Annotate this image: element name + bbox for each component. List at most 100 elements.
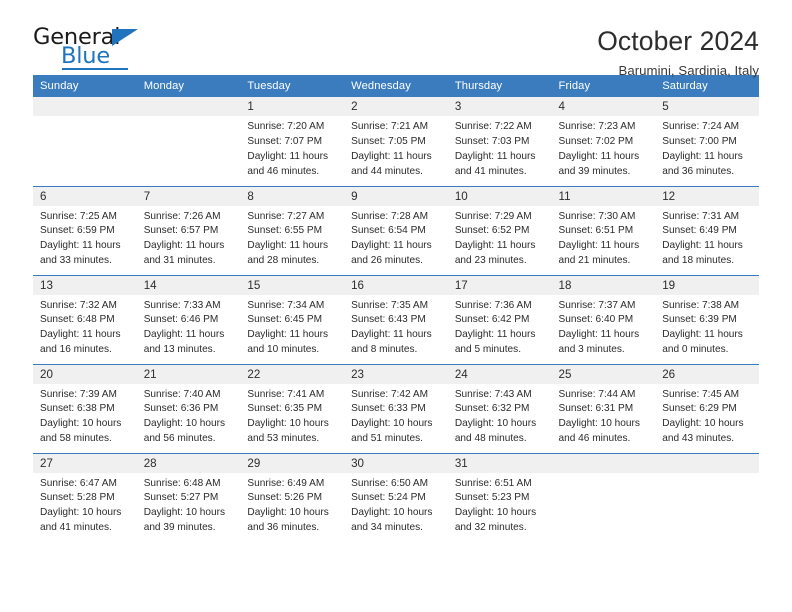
day-details: Sunrise: 7:39 AM Sunset: 6:38 PM Daylight:…	[33, 384, 137, 448]
calendar-day-cell[interactable]: 13 Sunrise: 7:32 AM Sunset: 6:48 PM Dayligh…	[33, 274, 137, 364]
calendar-day-cell[interactable]: 10 Sunrise: 7:29 AM Sunset: 6:52 PM Dayligh…	[447, 185, 552, 275]
calendar-day-cell[interactable]: 19 Sunrise: 7:38 AM Sunset: 6:39 PM Dayligh…	[655, 274, 759, 364]
day-details: Sunrise: 7:28 AM Sunset: 6:54 PM Daylight:…	[344, 206, 448, 270]
calendar-day-cell[interactable]: 4 Sunrise: 7:23 AM Sunset: 7:02 PM Daylight…	[551, 97, 656, 186]
calendar-week-row: 13 Sunrise: 7:32 AM Sunset: 6:48 PM Dayligh…	[33, 274, 759, 364]
day-cell-inner: 7 Sunrise: 7:26 AM Sunset: 6:57 PM Daylight…	[136, 186, 241, 275]
calendar-day-cell[interactable]: 9 Sunrise: 7:28 AM Sunset: 6:54 PM Daylight…	[344, 185, 448, 275]
day-cell-inner	[136, 97, 241, 186]
day-detail-line: Sunrise: 7:32 AM	[40, 299, 117, 311]
day-detail-line: and 32 minutes.	[454, 522, 527, 534]
day-number: 1	[240, 97, 345, 116]
day-detail-line: Sunrise: 7:41 AM	[247, 388, 325, 400]
day-detail-line: and 33 minutes.	[40, 255, 112, 267]
calendar-day-cell[interactable]: 6 Sunrise: 7:25 AM Sunset: 6:59 PM Daylight…	[33, 185, 137, 275]
day-detail-line: and 5 minutes.	[454, 344, 522, 356]
day-detail-line: Sunset: 6:48 PM	[40, 314, 115, 326]
day-number: 6	[33, 186, 137, 206]
day-cell-inner: 13 Sunrise: 7:32 AM Sunset: 6:48 PM Dayligh…	[33, 275, 137, 364]
calendar-day-cell[interactable]: 1 Sunrise: 7:20 AM Sunset: 7:07 PM Daylight…	[240, 97, 345, 186]
day-detail-line: Sunset: 6:51 PM	[558, 225, 634, 237]
day-detail-line: Daylight: 10 hours	[662, 418, 744, 430]
day-cell-inner: 10 Sunrise: 7:29 AM Sunset: 6:52 PM Dayligh…	[447, 186, 552, 275]
day-detail-line: Sunrise: 7:35 AM	[351, 299, 428, 311]
calendar-day-cell[interactable]: 22 Sunrise: 7:41 AM Sunset: 6:35 PM Dayligh…	[240, 363, 345, 453]
day-detail-line: Daylight: 11 hours	[247, 240, 329, 252]
calendar-day-cell[interactable]: 21 Sunrise: 7:40 AM Sunset: 6:36 PM Dayligh…	[136, 363, 241, 453]
day-detail-line: Sunset: 7:05 PM	[351, 135, 426, 147]
day-cell-inner: 25 Sunrise: 7:44 AM Sunset: 6:31 PM Dayligh…	[551, 364, 656, 453]
calendar-day-cell[interactable]: 27 Sunrise: 6:47 AM Sunset: 5:28 PM Dayligh…	[33, 452, 137, 543]
calendar-day-cell[interactable]: 29 Sunrise: 6:49 AM Sunset: 5:26 PM Dayligh…	[240, 452, 345, 542]
day-detail-line: Sunrise: 7:23 AM	[558, 121, 636, 132]
calendar-day-cell[interactable]: 2 Sunrise: 7:21 AM Sunset: 7:05 PM Daylight…	[344, 97, 448, 186]
day-details: Sunrise: 7:20 AM Sunset: 7:07 PM Daylight:…	[240, 116, 344, 180]
day-detail-line: Daylight: 11 hours	[662, 150, 743, 162]
calendar-day-cell[interactable]: 8 Sunrise: 7:27 AM Sunset: 6:55 PM Daylight…	[240, 185, 345, 275]
calendar-day-cell[interactable]: 15 Sunrise: 7:34 AM Sunset: 6:45 PM Dayligh…	[240, 274, 345, 364]
day-detail-line: Sunrise: 7:43 AM	[454, 388, 532, 400]
calendar-day-cell[interactable]: 25 Sunrise: 7:44 AM Sunset: 6:31 PM Dayligh…	[551, 363, 656, 453]
calendar-day-cell[interactable]: 28 Sunrise: 6:48 AM Sunset: 5:27 PM Dayligh…	[136, 452, 241, 542]
day-detail-line: Sunrise: 7:30 AM	[558, 210, 636, 222]
calendar-day-cell[interactable]: 16 Sunrise: 7:35 AM Sunset: 6:43 PM Dayligh…	[344, 274, 448, 364]
calendar-day-cell[interactable]: 20 Sunrise: 7:39 AM Sunset: 6:38 PM Dayligh…	[33, 363, 137, 453]
day-detail-line: Daylight: 10 hours	[40, 507, 122, 519]
day-cell-inner: 23 Sunrise: 7:42 AM Sunset: 6:33 PM Dayligh…	[344, 364, 448, 453]
calendar-day-cell[interactable]: 30 Sunrise: 6:50 AM Sunset: 5:24 PM Dayligh…	[344, 452, 448, 543]
day-number	[655, 453, 759, 473]
calendar-day-cell[interactable]: 14 Sunrise: 7:33 AM Sunset: 6:46 PM Dayligh…	[136, 274, 241, 364]
day-details: Sunrise: 7:36 AM Sunset: 6:42 PM Daylight:…	[448, 295, 552, 359]
day-details: Sunrise: 7:32 AM Sunset: 6:48 PM Daylight:…	[33, 295, 137, 359]
day-detail-line: Daylight: 10 hours	[454, 507, 537, 519]
calendar-day-cell[interactable]: 7 Sunrise: 7:26 AM Sunset: 6:57 PM Daylight…	[136, 185, 241, 275]
day-detail-line: Daylight: 10 hours	[40, 418, 122, 430]
day-cell-inner: 31 Sunrise: 6:51 AM Sunset: 5:23 PM Dayligh…	[447, 453, 552, 543]
day-detail-line: Daylight: 10 hours	[143, 507, 226, 519]
calendar-day-cell[interactable]: 26 Sunrise: 7:45 AM Sunset: 6:29 PM Dayligh…	[655, 363, 759, 453]
day-cell-inner: 15 Sunrise: 7:34 AM Sunset: 6:45 PM Dayligh…	[240, 275, 345, 364]
calendar-week-row: 1 Sunrise: 7:20 AM Sunset: 7:07 PM Daylight…	[33, 97, 759, 186]
day-cell-inner	[33, 97, 137, 186]
calendar-day-cell[interactable]: 11 Sunrise: 7:30 AM Sunset: 6:51 PM Dayligh…	[551, 185, 656, 275]
day-detail-line: Sunset: 7:03 PM	[454, 135, 530, 147]
day-details: Sunrise: 6:47 AM Sunset: 5:28 PM Daylight:…	[33, 473, 137, 537]
calendar-day-cell[interactable]: 5 Sunrise: 7:24 AM Sunset: 7:00 PM Daylight…	[655, 97, 759, 186]
day-detail-line: Sunrise: 6:47 AM	[40, 477, 117, 489]
day-detail-line: Sunrise: 7:31 AM	[662, 210, 740, 222]
day-details: Sunrise: 7:22 AM Sunset: 7:03 PM Daylight:…	[448, 116, 552, 180]
calendar-day-cell[interactable]: 17 Sunrise: 7:36 AM Sunset: 6:42 PM Dayligh…	[447, 274, 552, 364]
day-number: 23	[344, 364, 448, 384]
day-cell-inner: 30 Sunrise: 6:50 AM Sunset: 5:24 PM Dayligh…	[344, 453, 448, 543]
calendar-day-cell[interactable]: 24 Sunrise: 7:43 AM Sunset: 6:32 PM Dayligh…	[447, 363, 552, 453]
day-detail-line: and 21 minutes.	[558, 255, 631, 267]
calendar-day-cell[interactable]: 3 Sunrise: 7:22 AM Sunset: 7:03 PM Daylight…	[447, 97, 552, 186]
day-detail-line: Sunrise: 6:48 AM	[143, 477, 221, 489]
day-detail-line: Daylight: 10 hours	[143, 418, 226, 430]
calendar-day-cell[interactable]: 31 Sunrise: 6:51 AM Sunset: 5:23 PM Dayligh…	[447, 452, 552, 543]
day-cell-inner	[655, 453, 759, 543]
day-detail-line: and 41 minutes.	[454, 165, 527, 177]
day-detail-line: Daylight: 10 hours	[558, 418, 640, 430]
day-detail-line: Sunrise: 7:44 AM	[558, 388, 636, 400]
calendar-day-cell[interactable]: 18 Sunrise: 7:37 AM Sunset: 6:40 PM Dayligh…	[551, 274, 656, 364]
day-detail-line: Sunrise: 7:24 AM	[662, 121, 740, 132]
day-detail-line: and 41 minutes.	[40, 522, 112, 534]
weekday-header-row: Sunday Monday Tuesday Wednesday Thursday…	[33, 75, 759, 97]
day-cell-inner: 1 Sunrise: 7:20 AM Sunset: 7:07 PM Daylight…	[240, 97, 345, 186]
day-detail-line: Daylight: 10 hours	[247, 418, 329, 430]
calendar-day-cell[interactable]: 12 Sunrise: 7:31 AM Sunset: 6:49 PM Dayligh…	[655, 185, 759, 275]
day-detail-line: Sunrise: 7:25 AM	[40, 210, 117, 222]
calendar-day-cell[interactable]: 23 Sunrise: 7:42 AM Sunset: 6:33 PM Dayligh…	[344, 363, 448, 453]
day-detail-line: and 16 minutes.	[40, 344, 112, 356]
day-detail-line: Sunset: 5:26 PM	[247, 492, 323, 504]
day-detail-line: Sunrise: 7:22 AM	[454, 121, 532, 132]
day-detail-line: and 46 minutes.	[247, 165, 320, 177]
day-detail-line: and 31 minutes.	[143, 255, 216, 267]
day-cell-inner: 27 Sunrise: 6:47 AM Sunset: 5:28 PM Dayligh…	[33, 453, 137, 543]
day-detail-line: Daylight: 10 hours	[351, 507, 433, 519]
day-detail-line: Sunset: 5:23 PM	[454, 492, 530, 504]
day-detail-line: and 13 minutes.	[143, 344, 216, 356]
day-detail-line: and 36 minutes.	[662, 165, 735, 177]
day-detail-line: Daylight: 11 hours	[454, 150, 536, 162]
